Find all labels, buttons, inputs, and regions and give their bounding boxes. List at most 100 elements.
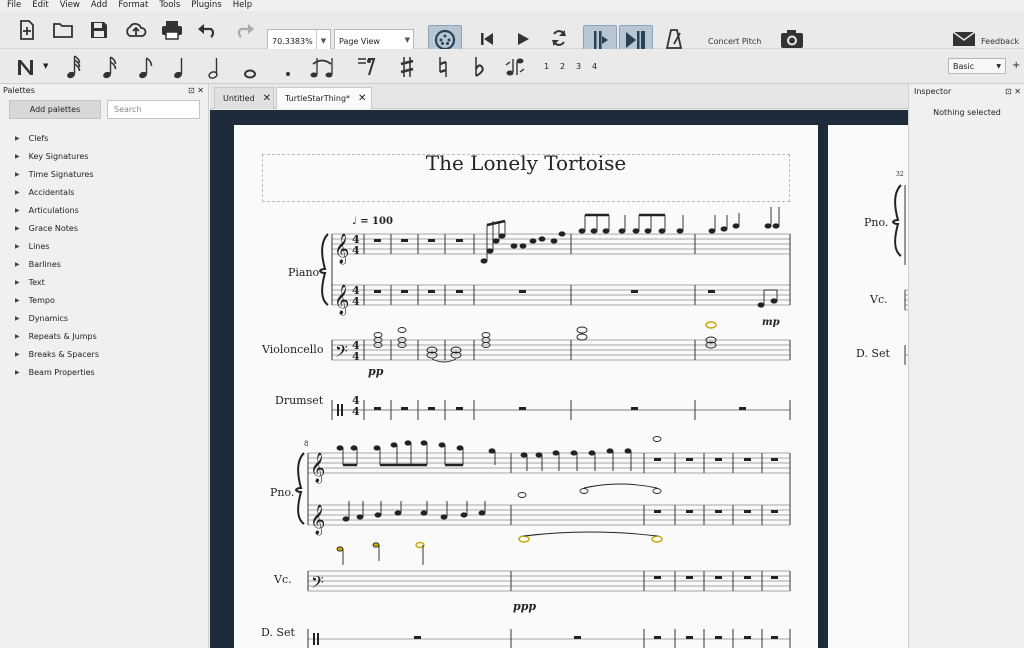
- rests: [374, 239, 778, 639]
- 64th-note-icon[interactable]: [64, 53, 84, 81]
- palette-item-key-signatures[interactable]: ▶ Key Signatures: [15, 152, 88, 161]
- palette-item-repeats-jumps[interactable]: ▶ Repeats & Jumps: [15, 332, 97, 341]
- inspector-title: Inspector: [914, 87, 952, 96]
- panel-controls-icon[interactable]: ⊡ ✕: [1005, 84, 1021, 100]
- new-score-icon[interactable]: [16, 19, 38, 41]
- voice-1-button[interactable]: 1: [544, 62, 549, 71]
- whole-note-icon[interactable]: [240, 53, 260, 81]
- palette-item-beam-properties[interactable]: ▶ Beam Properties: [15, 368, 95, 377]
- treble-clef: 𝄞: [310, 452, 325, 484]
- 32nd-note-icon[interactable]: [100, 53, 120, 81]
- print-icon[interactable]: [160, 19, 184, 41]
- palette-item-dynamics[interactable]: ▶ Dynamics: [15, 314, 68, 323]
- time-signature-denominator: 4: [352, 244, 360, 257]
- undo-icon[interactable]: [196, 19, 220, 41]
- panel-controls-icon[interactable]: ⊡ ✕: [188, 84, 204, 98]
- eighth-note-icon[interactable]: [136, 53, 156, 81]
- score-notation[interactable]: 𝄞 𝄞 𝄢 𝄞 𝄞 𝄢 44 44 44 44: [234, 125, 818, 648]
- rewind-icon[interactable]: [478, 29, 496, 49]
- expand-arrow-icon: ▶: [15, 297, 20, 304]
- palette-item-clefs[interactable]: ▶ Clefs: [15, 134, 48, 143]
- brace-piano: [318, 233, 329, 306]
- menu-file[interactable]: File: [0, 0, 25, 11]
- loop-icon[interactable]: [548, 27, 570, 49]
- score-notation-page2[interactable]: [828, 125, 908, 648]
- play-icon[interactable]: [514, 29, 532, 49]
- flip-direction-icon[interactable]: [503, 53, 527, 81]
- menu-plugins[interactable]: Plugins: [184, 0, 225, 11]
- tab-label: Untitled: [223, 94, 255, 103]
- save-icon[interactable]: [88, 19, 110, 41]
- close-icon[interactable]: ✕: [358, 93, 366, 104]
- palette-item-time-signatures[interactable]: ▶ Time Signatures: [15, 170, 94, 179]
- quarter-note-icon[interactable]: [170, 53, 190, 81]
- zoom-value: 70.3383%: [272, 36, 313, 46]
- palette-item-breaks-spacers[interactable]: ▶ Breaks & Spacers: [15, 350, 99, 359]
- menu-help[interactable]: Help: [226, 0, 256, 11]
- expand-arrow-icon: ▶: [15, 171, 20, 178]
- bass-clef: 𝄢: [335, 341, 348, 365]
- palette-item-barlines[interactable]: ▶ Barlines: [15, 260, 61, 269]
- expand-arrow-icon: ▶: [15, 189, 20, 196]
- voice-2-button[interactable]: 2: [560, 62, 565, 71]
- score-page-1[interactable]: The Lonely Tortoise ♩ = 100 Piano Violon…: [234, 125, 818, 648]
- sharp-icon[interactable]: [398, 53, 416, 81]
- menu-view[interactable]: View: [53, 0, 84, 11]
- expand-arrow-icon: ▶: [15, 315, 20, 322]
- tie-icon[interactable]: [308, 53, 336, 81]
- note-input-mode-icon[interactable]: [14, 55, 38, 79]
- palette-label: Repeats & Jumps: [28, 332, 97, 341]
- score-page-2[interactable]: 32 Pno. Vc. D. Set: [828, 125, 908, 648]
- score-tabs: Untitled ✕ TurtleStarThing* ✕: [210, 84, 908, 109]
- palette-item-text[interactable]: ▶ Text: [15, 278, 45, 287]
- menu-tools[interactable]: Tools: [152, 0, 184, 11]
- half-note-icon[interactable]: [205, 53, 225, 81]
- expand-arrow-icon: ▶: [15, 153, 20, 160]
- expand-arrow-icon: ▶: [15, 333, 20, 340]
- upload-cloud-icon[interactable]: [124, 19, 148, 41]
- palette-item-grace-notes[interactable]: ▶ Grace Notes: [15, 224, 78, 233]
- menu-edit[interactable]: Edit: [25, 0, 52, 11]
- expand-arrow-icon: ▶: [15, 261, 20, 268]
- notes-pno-sys2: [336, 436, 662, 522]
- tab-turtlestarthing[interactable]: TurtleStarThing* ✕: [276, 87, 372, 109]
- palette-search-input[interactable]: Search: [107, 100, 200, 119]
- feedback-mail-icon[interactable]: [951, 29, 977, 49]
- chevron-down-icon[interactable]: ▼: [43, 62, 48, 70]
- expand-arrow-icon: ▶: [15, 279, 20, 286]
- bass-clef: 𝄢: [311, 572, 324, 596]
- metronome-icon[interactable]: [664, 27, 684, 51]
- palettes-title: Palettes: [3, 86, 35, 95]
- tab-label: TurtleStarThing*: [285, 94, 351, 103]
- palette-item-articulations[interactable]: ▶ Articulations: [15, 206, 79, 215]
- flat-icon[interactable]: [470, 53, 488, 81]
- close-icon[interactable]: ✕: [263, 93, 271, 104]
- concert-pitch-button[interactable]: Concert Pitch: [708, 37, 761, 46]
- add-palettes-button[interactable]: Add palettes: [9, 100, 101, 119]
- rest-toggle-icon[interactable]: [355, 53, 379, 81]
- workspace-select[interactable]: Basic ▼: [948, 58, 1006, 74]
- palette-label: Barlines: [28, 260, 61, 269]
- treble-clef: 𝄞: [334, 284, 349, 316]
- tab-untitled[interactable]: Untitled ✕: [214, 87, 274, 109]
- redo-icon[interactable]: [232, 19, 256, 41]
- feedback-button[interactable]: Feedback: [981, 37, 1019, 46]
- natural-icon[interactable]: [434, 53, 452, 81]
- menu-add[interactable]: Add: [84, 0, 111, 11]
- menu-format[interactable]: Format: [111, 0, 152, 11]
- open-folder-icon[interactable]: [52, 19, 74, 41]
- score-canvas[interactable]: The Lonely Tortoise ♩ = 100 Piano Violon…: [210, 110, 908, 648]
- add-workspace-button[interactable]: +: [1012, 60, 1020, 71]
- time-signature-denominator: 4: [352, 350, 360, 363]
- camera-icon[interactable]: [778, 27, 806, 51]
- workspace-value: Basic: [953, 61, 975, 71]
- palette-item-accidentals[interactable]: ▶ Accidentals: [15, 188, 74, 197]
- palette-label: Dynamics: [28, 314, 69, 323]
- palette-label: Time Signatures: [28, 170, 94, 179]
- voice-3-button[interactable]: 3: [576, 62, 581, 71]
- palette-item-tempo[interactable]: ▶ Tempo: [15, 296, 55, 305]
- palette-item-lines[interactable]: ▶ Lines: [15, 242, 49, 251]
- palette-label: Key Signatures: [28, 152, 89, 161]
- voice-4-button[interactable]: 4: [592, 62, 597, 71]
- augmentation-dot-icon[interactable]: [280, 53, 296, 81]
